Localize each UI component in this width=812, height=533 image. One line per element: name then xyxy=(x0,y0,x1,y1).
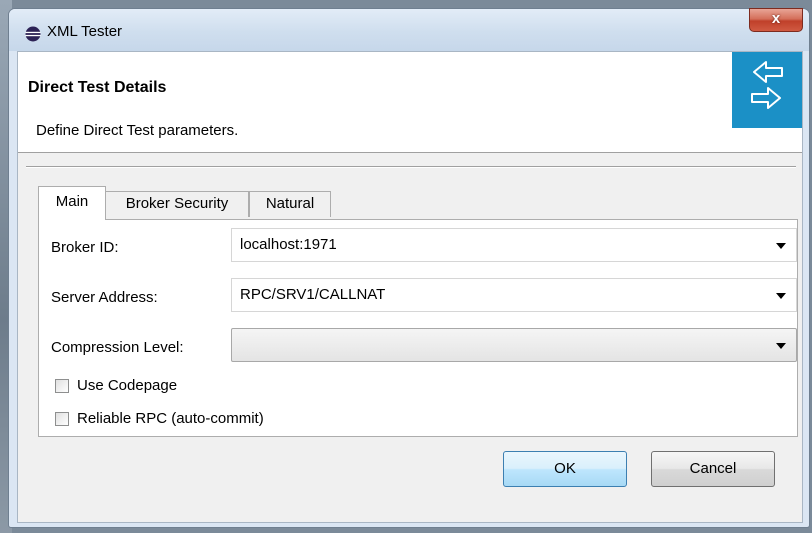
tab-panel-main: Broker ID: localhost:1971 Server Address… xyxy=(38,219,798,437)
broker-id-combobox[interactable]: localhost:1971 xyxy=(231,228,797,262)
reliable-rpc-label[interactable]: Reliable RPC (auto-commit) xyxy=(77,410,264,427)
server-address-label: Server Address: xyxy=(51,289,158,306)
broker-id-value: localhost:1971 xyxy=(240,236,337,253)
title-bar[interactable]: XML Tester x xyxy=(9,8,809,51)
server-address-combobox[interactable]: RPC/SRV1/CALLNAT xyxy=(231,278,797,312)
chevron-down-icon[interactable] xyxy=(776,293,786,299)
separator xyxy=(26,166,796,168)
close-button[interactable]: x xyxy=(749,8,803,32)
compression-level-select[interactable] xyxy=(231,328,797,362)
wizard-header: Direct Test Details Define Direct Test p… xyxy=(18,52,802,152)
compression-level-label: Compression Level: xyxy=(51,339,184,356)
cancel-button[interactable]: Cancel xyxy=(651,451,775,487)
header-divider xyxy=(18,152,802,153)
tab-main[interactable]: Main xyxy=(38,186,106,220)
page-title: Direct Test Details xyxy=(28,79,167,96)
tab-natural[interactable]: Natural xyxy=(249,191,331,217)
broker-id-label: Broker ID: xyxy=(51,239,119,256)
window-title: XML Tester xyxy=(47,23,123,40)
eclipse-icon xyxy=(25,26,41,42)
tab-broker-security[interactable]: Broker Security xyxy=(105,191,249,217)
ok-button[interactable]: OK xyxy=(503,451,627,487)
chevron-down-icon[interactable] xyxy=(776,243,786,249)
page-description: Define Direct Test parameters. xyxy=(36,122,239,139)
server-address-value: RPC/SRV1/CALLNAT xyxy=(240,286,386,303)
double-arrows-icon xyxy=(732,52,802,128)
chevron-down-icon[interactable] xyxy=(776,343,786,349)
dialog-window: XML Tester x Direct Test Details Define … xyxy=(8,8,810,528)
reliable-rpc-checkbox[interactable] xyxy=(55,412,69,426)
use-codepage-label[interactable]: Use Codepage xyxy=(77,377,177,394)
use-codepage-checkbox[interactable] xyxy=(55,379,69,393)
